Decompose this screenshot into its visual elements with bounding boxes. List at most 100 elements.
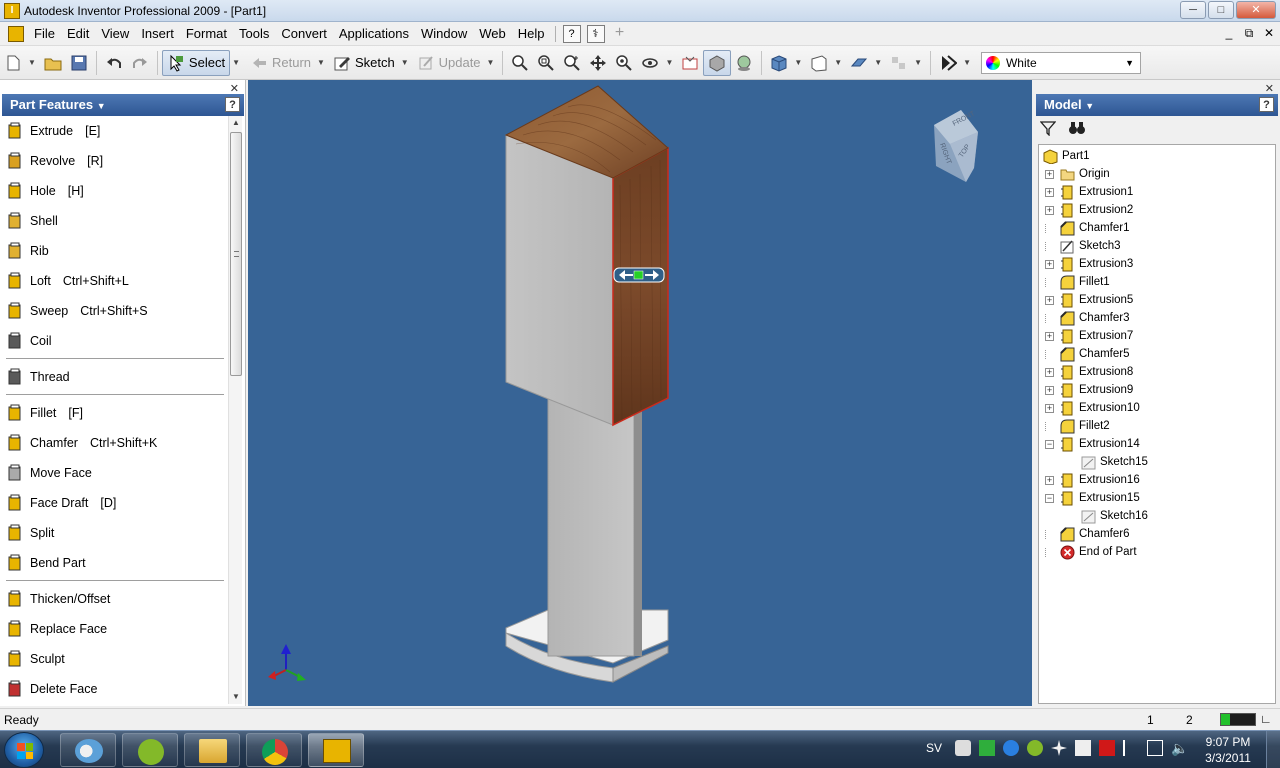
tree-node-fillet2[interactable]: Fillet2 (1045, 417, 1110, 435)
feature-replace-face-command[interactable]: Replace Face (2, 614, 228, 644)
tree-node-extrusion1[interactable]: + Extrusion1 (1045, 183, 1133, 201)
graphics-viewport[interactable]: FRONT RIGHT TOP (248, 80, 1032, 706)
resize-drag-handle[interactable] (613, 267, 665, 283)
binoculars-find-icon[interactable] (1068, 120, 1086, 139)
collapse-icon[interactable]: − (1045, 493, 1054, 503)
analysis-button[interactable]: ▼ (935, 50, 975, 76)
tray-spotify-icon[interactable] (1027, 740, 1043, 756)
tree-node-extrusion9[interactable]: + Extrusion9 (1045, 381, 1133, 399)
document-minimize-button[interactable]: _ (1220, 26, 1238, 42)
document-close-button[interactable]: ✕ (1260, 26, 1278, 42)
filter-icon[interactable] (1039, 120, 1057, 139)
whats-this-help-icon[interactable]: ? (562, 24, 581, 43)
feature-list-scrollbar[interactable]: ▲ ▼ (228, 116, 242, 704)
feature-delete-face-command[interactable]: Delete Face (2, 674, 228, 704)
language-indicator[interactable]: SV (926, 741, 942, 755)
tree-node-extrusion14[interactable]: − Extrusion14 (1045, 435, 1140, 453)
expand-icon[interactable]: + (1045, 169, 1054, 179)
feature-thicken-offset-command[interactable]: Thicken/Offset (2, 584, 228, 614)
menu-insert[interactable]: Insert (135, 24, 180, 44)
tray-airplane-icon[interactable] (1051, 740, 1067, 756)
window-maximize-button[interactable]: □ (1208, 1, 1234, 19)
zoom-selected-button[interactable] (611, 50, 637, 76)
menu-help[interactable]: Help (512, 24, 551, 44)
update-button[interactable]: Update ▼ (413, 50, 499, 76)
zoom-window-button[interactable] (533, 50, 559, 76)
show-desktop-button[interactable] (1266, 731, 1280, 768)
expand-icon[interactable]: + (1045, 367, 1054, 377)
tree-node-extrusion5[interactable]: + Extrusion5 (1045, 291, 1133, 309)
taskbar-inventor[interactable] (308, 733, 364, 767)
expand-icon[interactable]: + (1045, 331, 1054, 341)
speaker-head[interactable] (504, 85, 669, 427)
scroll-thumb[interactable] (230, 132, 242, 376)
look-at-button[interactable] (677, 50, 703, 76)
feature-face-draft-command[interactable]: Face Draft [D] (2, 488, 228, 518)
tree-node-extrusion8[interactable]: + Extrusion8 (1045, 363, 1133, 381)
new-button[interactable]: ▼ (0, 50, 40, 76)
tray-green-icon[interactable] (979, 740, 995, 756)
select-button[interactable]: Select (161, 49, 231, 76)
tray-steam-icon[interactable] (955, 740, 971, 756)
support-pillar[interactable] (547, 397, 642, 657)
feature-rib-command[interactable]: Rib (2, 236, 228, 266)
tree-node-sketch16[interactable]: Sketch16 (1081, 507, 1148, 525)
view-cube[interactable]: FRONT RIGHT TOP (934, 110, 978, 182)
tray-ati-icon[interactable] (1099, 740, 1115, 756)
feature-shell-command[interactable]: Shell (2, 206, 228, 236)
scroll-up-icon[interactable]: ▲ (229, 116, 243, 130)
feature-coil-command[interactable]: Coil (2, 326, 228, 356)
taskbar-explorer[interactable] (184, 733, 240, 767)
taskbar-weather-app[interactable] (60, 733, 116, 767)
document-icon[interactable] (8, 25, 24, 42)
section-plane-button[interactable]: ▼ (846, 50, 886, 76)
feature-sculpt-command[interactable]: Sculpt (2, 644, 228, 674)
tree-node-extrusion3[interactable]: + Extrusion3 (1045, 255, 1133, 273)
color-override-select[interactable]: White ▼ (980, 51, 1141, 74)
tree-node-extrusion16[interactable]: + Extrusion16 (1045, 471, 1140, 489)
system-clock[interactable]: 9:07 PM 3/3/2011 (1196, 734, 1260, 766)
tree-node-end-of-part[interactable]: End of Part (1045, 543, 1137, 561)
tree-node-part1[interactable]: Part1 (1043, 147, 1090, 165)
menu-applications[interactable]: Applications (333, 24, 415, 44)
perspective-button[interactable]: ▼ (806, 50, 846, 76)
menu-tools[interactable]: Tools (233, 24, 275, 44)
tree-node-chamfer3[interactable]: Chamfer3 (1045, 309, 1130, 327)
tree-node-extrusion2[interactable]: + Extrusion2 (1045, 201, 1133, 219)
feature-extrude-command[interactable]: Extrude [E] (2, 116, 228, 146)
menu-view[interactable]: View (95, 24, 135, 44)
menu-window[interactable]: Window (415, 24, 473, 44)
tree-node-origin[interactable]: + Origin (1045, 165, 1110, 183)
menu-file[interactable]: File (28, 24, 61, 44)
tray-network-icon[interactable] (1147, 740, 1163, 756)
menu-edit[interactable]: Edit (61, 24, 95, 44)
save-button[interactable] (66, 50, 92, 76)
feature-sweep-command[interactable]: Sweep Ctrl+Shift+S (2, 296, 228, 326)
window-minimize-button[interactable]: ─ (1180, 1, 1206, 19)
redo-button[interactable] (127, 50, 153, 76)
sketch-button[interactable]: Sketch ▼ (329, 50, 413, 76)
rotate-button[interactable]: ▼ (637, 50, 677, 76)
tree-node-extrusion15[interactable]: − Extrusion15 (1045, 489, 1140, 507)
collapse-icon[interactable]: − (1045, 439, 1054, 449)
feature-split-command[interactable]: Split (2, 518, 228, 548)
open-button[interactable] (40, 50, 66, 76)
undo-button[interactable] (101, 50, 127, 76)
tray-volume-icon[interactable]: 🔈 (1171, 740, 1188, 756)
document-restore-button[interactable]: ⧉ (1240, 26, 1258, 42)
add-icon[interactable]: + (611, 24, 629, 43)
resize-grip-icon[interactable]: ∟ (1260, 712, 1272, 726)
feature-bend-part-command[interactable]: Bend Part (2, 548, 228, 578)
feature-chamfer-command[interactable]: Chamfer Ctrl+Shift+K (2, 428, 228, 458)
feature-move-face-command[interactable]: Move Face (2, 458, 228, 488)
browser-help-button[interactable]: ? (1259, 97, 1274, 112)
tree-node-extrusion7[interactable]: + Extrusion7 (1045, 327, 1133, 345)
menu-web[interactable]: Web (473, 24, 512, 44)
model-browser-header[interactable]: Model ▼ ? (1036, 94, 1278, 116)
part-features-header[interactable]: Part Features ▼ ? (2, 94, 244, 116)
tray-bluetooth-icon[interactable] (1003, 740, 1019, 756)
return-button[interactable]: Return ▼ (246, 50, 329, 76)
zoom-all-button[interactable] (507, 50, 533, 76)
scroll-down-icon[interactable]: ▼ (229, 690, 243, 704)
expand-icon[interactable]: + (1045, 403, 1054, 413)
